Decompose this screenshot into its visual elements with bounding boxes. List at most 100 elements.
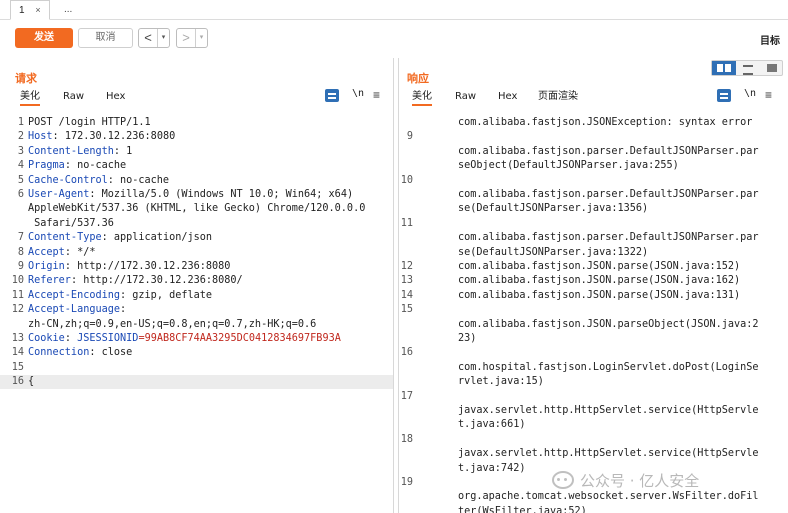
line-text: com.alibaba.fastjson.parser.DefaultJSONP… — [458, 232, 759, 244]
request-line[interactable]: 8 Accept: */* — [0, 246, 393, 260]
target-label[interactable]: 目标 — [760, 32, 780, 47]
response-line[interactable]: seObject(DefaultJSONParser.java:255) — [399, 159, 788, 173]
line-text: com.alibaba.fastjson.parser.DefaultJSONP… — [458, 145, 759, 157]
line-text: Safari/537.36 — [28, 217, 393, 231]
request-line[interactable]: AppleWebKit/537.36 (KHTML, like Gecko) C… — [0, 202, 393, 216]
menu-icon[interactable]: ≡ — [765, 88, 772, 102]
response-line[interactable]: se(DefaultJSONParser.java:1356) — [399, 202, 788, 216]
response-tab-raw[interactable]: Raw — [455, 88, 476, 106]
request-line[interactable]: 3 Content-Length: 1 — [0, 145, 393, 159]
tab-1[interactable]: 1 × — [10, 0, 50, 20]
request-line[interactable]: 16 { — [0, 375, 393, 390]
response-line[interactable]: javax.servlet.http.HttpServlet.service(H… — [399, 404, 788, 418]
request-line[interactable]: 15 — [0, 361, 393, 375]
request-line[interactable]: 5 Cache-Control: no-cache — [0, 174, 393, 188]
response-line[interactable]: 15 — [399, 303, 788, 317]
response-line[interactable]: 9 — [399, 130, 788, 144]
header-value: { — [28, 376, 35, 388]
request-line[interactable]: 7 Content-Type: application/json — [0, 231, 393, 245]
response-tab-hex[interactable]: Hex — [498, 88, 517, 106]
forward-button[interactable]: > ▾ — [176, 28, 208, 48]
line-number: 16 — [400, 347, 413, 359]
request-line[interactable]: 10 Referer: http://172.30.12.236:8080/ — [0, 274, 393, 288]
back-arrow-icon[interactable]: < — [139, 29, 157, 47]
header-name: Referer — [28, 275, 71, 287]
line-number: 15 — [400, 304, 413, 316]
request-line[interactable]: 1 POST /login HTTP/1.1 — [0, 116, 393, 130]
response-line[interactable]: 17 — [399, 390, 788, 404]
response-line[interactable]: com.alibaba.fastjson.parser.DefaultJSONP… — [399, 145, 788, 159]
request-tab-pretty[interactable]: 美化 — [20, 88, 40, 106]
request-line[interactable]: 9 Origin: http://172.30.12.236:8080 — [0, 260, 393, 274]
back-history-dropdown-icon[interactable]: ▾ — [157, 29, 169, 47]
send-button[interactable]: 发送 — [15, 28, 73, 48]
header-name: User-Agent — [28, 189, 90, 200]
request-line[interactable]: 12 Accept-Language: — [0, 303, 393, 317]
pretty-print-icon[interactable] — [325, 89, 339, 102]
response-editor[interactable]: com.alibaba.fastjson.JSONException: synt… — [399, 110, 788, 513]
response-line[interactable]: com.alibaba.fastjson.parser.DefaultJSONP… — [399, 231, 788, 245]
response-line[interactable]: ter(WsFilter.java:52) — [399, 505, 788, 513]
response-tab-pretty[interactable]: 美化 — [412, 88, 432, 106]
header-name: Accept-Encoding — [28, 289, 121, 301]
response-line[interactable]: com.hospital.fastjson.LoginServlet.doPos… — [399, 361, 788, 375]
layout-side-by-side-icon[interactable] — [712, 61, 736, 75]
line-text: t.java:661) — [458, 419, 526, 431]
menu-icon[interactable]: ≡ — [373, 88, 380, 102]
layout-tabs-icon[interactable] — [760, 61, 784, 75]
response-line[interactable]: 18 — [399, 433, 788, 447]
line-number: 10 — [400, 174, 413, 186]
header-value: : http://172.30.12.236:8080 — [64, 261, 231, 272]
line-text: User-Agent: Mozilla/5.0 (Windows NT 10.0… — [28, 188, 393, 202]
pretty-print-icon[interactable] — [717, 89, 731, 102]
request-line[interactable]: Safari/537.36 — [0, 217, 393, 231]
wechat-logo-icon — [552, 471, 574, 489]
header-name: Pragma — [28, 160, 65, 172]
request-line[interactable]: zh-CN,zh;q=0.9,en-US;q=0.8,en;q=0.7,zh-H… — [0, 318, 393, 332]
layout-stacked-icon[interactable] — [736, 61, 760, 75]
header-value: AppleWebKit/537.36 (KHTML, like Gecko) C… — [28, 203, 366, 215]
request-line[interactable]: 6 User-Agent: Mozilla/5.0 (Windows NT 10.… — [0, 188, 393, 202]
request-tab-hex[interactable]: Hex — [106, 88, 125, 106]
tab-more[interactable]: ... — [56, 0, 80, 20]
request-line[interactable]: 13 Cookie: JSESSIONID=99AB8CF74AA3295DC04… — [0, 332, 393, 346]
response-line[interactable]: 12 com.alibaba.fastjson.JSON.parse(JSON.j… — [399, 260, 788, 274]
response-line[interactable]: 10 — [399, 174, 788, 188]
watermark: 公众号 · 亿人安全 — [552, 468, 699, 492]
newline-toggle-icon[interactable]: \n — [352, 88, 364, 99]
line-text: javax.servlet.http.HttpServlet.service(H… — [458, 448, 759, 460]
request-editor[interactable]: 1 POST /login HTTP/1.1 2 Host: 172.30.12.23… — [0, 110, 393, 513]
back-button[interactable]: < ▾ — [138, 28, 170, 48]
response-line[interactable]: 23) — [399, 332, 788, 346]
line-number: 9 — [17, 261, 24, 272]
line-text: Cache-Control: no-cache — [28, 174, 393, 188]
response-line[interactable]: org.apache.tomcat.websocket.server.WsFil… — [399, 490, 788, 504]
line-text: zh-CN,zh;q=0.9,en-US;q=0.8,en;q=0.7,zh-H… — [28, 318, 393, 332]
request-tab-raw[interactable]: Raw — [63, 88, 84, 106]
line-text: Origin: http://172.30.12.236:8080 — [28, 260, 393, 274]
response-line[interactable]: 11 — [399, 217, 788, 231]
response-line[interactable]: rvlet.java:15) — [399, 375, 788, 389]
response-line[interactable]: com.alibaba.fastjson.JSONException: synt… — [399, 116, 788, 130]
response-line[interactable]: javax.servlet.http.HttpServlet.service(H… — [399, 447, 788, 461]
request-line[interactable]: 4 Pragma: no-cache — [0, 159, 393, 173]
request-line[interactable]: 11 Accept-Encoding: gzip, deflate — [0, 289, 393, 303]
response-line[interactable]: com.alibaba.fastjson.parser.DefaultJSONP… — [399, 188, 788, 202]
cancel-button[interactable]: 取消 — [78, 28, 133, 48]
newline-toggle-icon[interactable]: \n — [744, 88, 756, 99]
response-line[interactable]: com.alibaba.fastjson.JSON.parseObject(JS… — [399, 318, 788, 332]
layout-toggle — [711, 60, 783, 76]
response-line[interactable]: 13 com.alibaba.fastjson.JSON.parse(JSON.j… — [399, 274, 788, 288]
forward-arrow-icon[interactable]: > — [177, 29, 195, 47]
header-value: =99AB8CF74AA3295DC0412834697FB93A — [138, 333, 341, 344]
tab-close-icon[interactable]: × — [35, 5, 40, 15]
forward-history-dropdown-icon[interactable]: ▾ — [195, 29, 207, 47]
response-line[interactable]: t.java:661) — [399, 418, 788, 432]
request-line[interactable]: 14 Connection: close — [0, 346, 393, 360]
response-line[interactable]: 14 com.alibaba.fastjson.JSON.parse(JSON.j… — [399, 289, 788, 303]
response-tab-render[interactable]: 页面渲染 — [538, 88, 578, 106]
line-text: Accept: */* — [28, 246, 393, 260]
request-line[interactable]: 2 Host: 172.30.12.236:8080 — [0, 130, 393, 144]
response-line[interactable]: 16 — [399, 346, 788, 360]
response-line[interactable]: se(DefaultJSONParser.java:1322) — [399, 246, 788, 260]
